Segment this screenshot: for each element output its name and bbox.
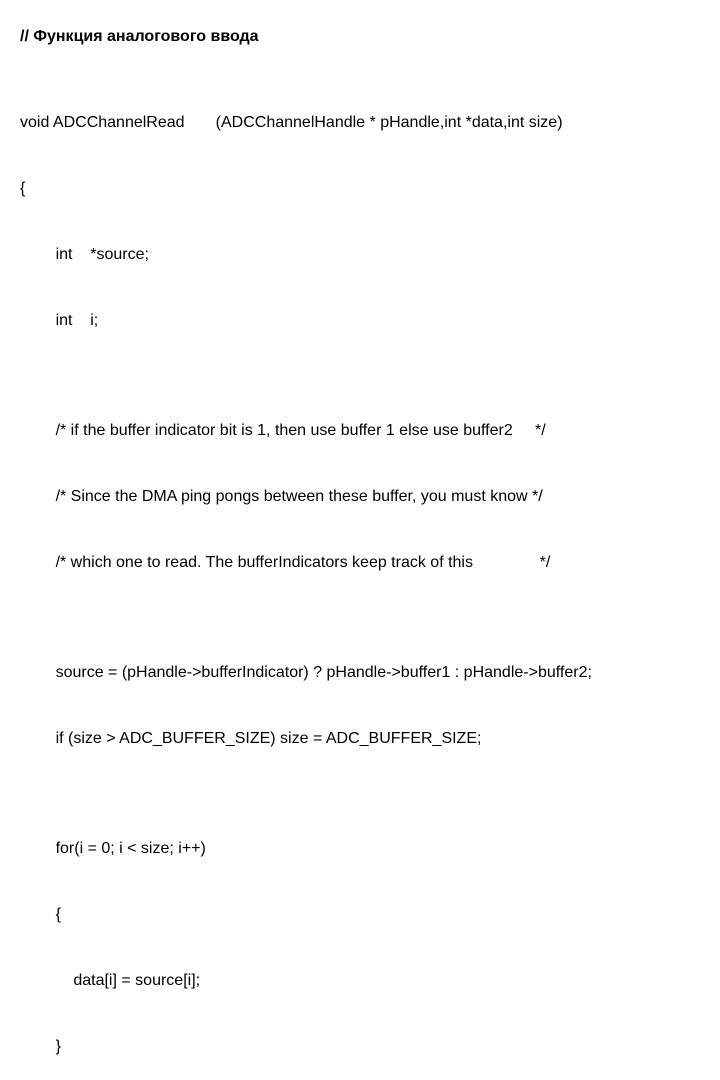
comment-title: // Функция аналогового ввода — [20, 28, 700, 46]
code-line: /* Since the DMA ping pongs between thes… — [20, 486, 700, 508]
code-line: { — [20, 904, 700, 926]
code-line: void ADCChannelRead (ADCChannelHandle * … — [20, 112, 700, 134]
code-line: if (size > ADC_BUFFER_SIZE) size = ADC_B… — [20, 728, 700, 750]
code-line: /* if the buffer indicator bit is 1, the… — [20, 420, 700, 442]
code-line: int *source; — [20, 244, 700, 266]
code-line: int i; — [20, 310, 700, 332]
code-block: void ADCChannelRead (ADCChannelHandle * … — [20, 68, 700, 1080]
document-page: // Функция аналогового ввода void ADCCha… — [0, 0, 720, 1080]
code-line: { — [20, 178, 700, 200]
code-line: } — [20, 1036, 700, 1058]
code-line: source = (pHandle->bufferIndicator) ? pH… — [20, 662, 700, 684]
code-line: data[i] = source[i]; — [20, 970, 700, 992]
code-line: /* which one to read. The bufferIndicato… — [20, 552, 700, 574]
code-line: for(i = 0; i < size; i++) — [20, 838, 700, 860]
